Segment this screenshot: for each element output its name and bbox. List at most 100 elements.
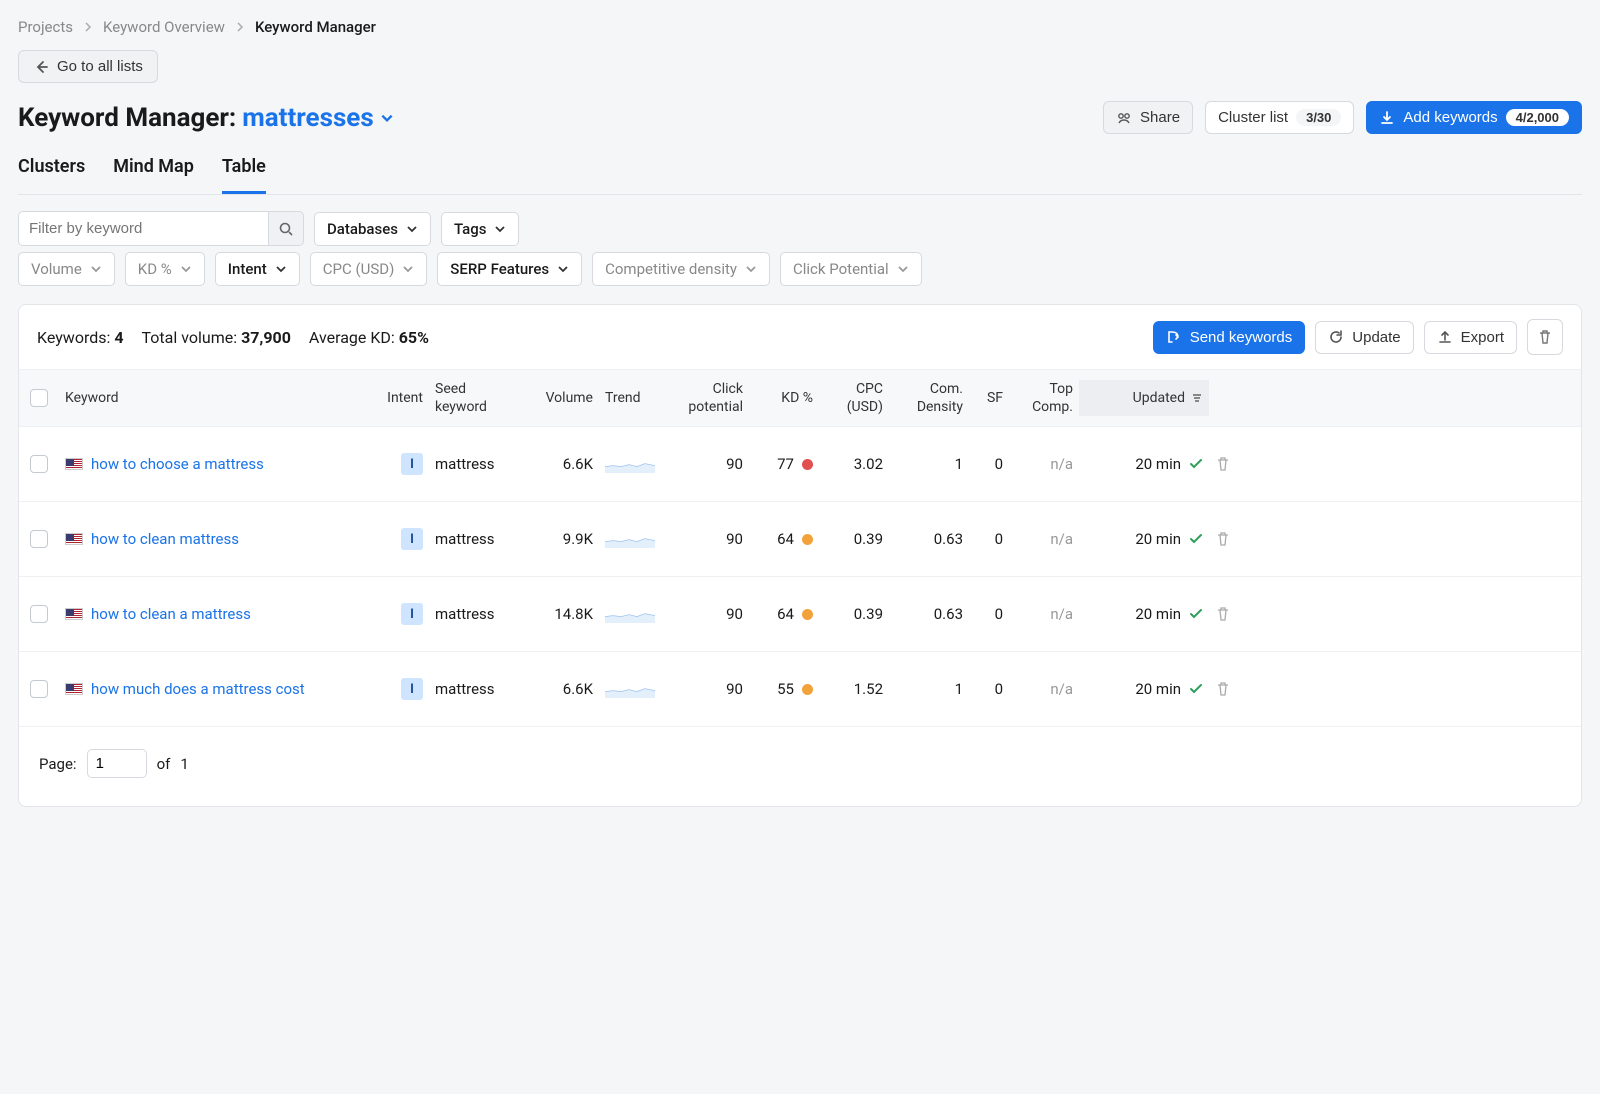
search-icon	[278, 221, 294, 237]
trash-icon	[1537, 329, 1553, 345]
flag-us-icon	[65, 458, 83, 470]
tab-clusters[interactable]: Clusters	[18, 156, 85, 194]
intent-filter[interactable]: Intent	[215, 252, 300, 286]
search-button[interactable]	[268, 211, 304, 246]
col-cpc[interactable]: CPC (USD)	[819, 380, 889, 416]
volume-value: 9.9K	[519, 530, 599, 548]
cpc-value: 3.02	[819, 455, 889, 473]
check-icon	[1189, 682, 1203, 696]
keyword-table-card: Keywords: 4 Total volume: 37,900 Average…	[18, 304, 1582, 807]
click-potential-value: 90	[669, 455, 749, 473]
tabs: Clusters Mind Map Table	[18, 156, 1582, 195]
check-icon	[1189, 607, 1203, 621]
kd-value: 64	[749, 530, 819, 548]
cpc-filter[interactable]: CPC (USD)	[310, 252, 428, 286]
col-sf[interactable]: SF	[969, 389, 1009, 407]
pagination: Page: of 1	[19, 727, 1581, 806]
trend-sparkline	[599, 530, 669, 548]
sf-value: 0	[969, 530, 1009, 548]
share-icon	[1116, 110, 1132, 126]
col-trend[interactable]: Trend	[599, 389, 669, 407]
volume-value: 6.6K	[519, 455, 599, 473]
flag-us-icon	[65, 683, 83, 695]
keyword-link[interactable]: how to clean mattress	[91, 530, 239, 548]
filter-keyword-input[interactable]	[18, 211, 268, 246]
col-keyword[interactable]: Keyword	[59, 389, 359, 407]
col-kd[interactable]: KD %	[749, 389, 819, 407]
of-label: of	[157, 755, 171, 773]
send-keywords-button[interactable]: Send keywords	[1153, 321, 1306, 354]
breadcrumb-item[interactable]: Keyword Overview	[103, 18, 225, 36]
page-title: Keyword Manager: mattresses	[18, 103, 394, 133]
share-button[interactable]: Share	[1103, 101, 1193, 134]
delete-all-button[interactable]	[1527, 319, 1563, 355]
kd-filter[interactable]: KD %	[125, 252, 205, 286]
export-button[interactable]: Export	[1424, 321, 1517, 354]
row-checkbox[interactable]	[30, 530, 48, 548]
tags-dropdown[interactable]: Tags	[441, 212, 519, 246]
delete-row-button[interactable]	[1209, 606, 1249, 622]
intent-badge: I	[401, 678, 423, 700]
download-icon	[1379, 110, 1395, 126]
col-top-comp[interactable]: Top Comp.	[1009, 380, 1079, 416]
sf-value: 0	[969, 605, 1009, 623]
tab-table[interactable]: Table	[222, 156, 266, 194]
intent-badge: I	[401, 603, 423, 625]
page-label: Page:	[39, 755, 77, 773]
keyword-link[interactable]: how to choose a mattress	[91, 455, 264, 473]
cluster-count-badge: 3/30	[1296, 109, 1341, 126]
keyword-link[interactable]: how much does a mattress cost	[91, 680, 305, 698]
cpc-value: 0.39	[819, 605, 889, 623]
back-to-lists-button[interactable]: Go to all lists	[18, 50, 158, 83]
click-potential-filter[interactable]: Click Potential	[780, 252, 922, 286]
updated-value: 20 min	[1079, 680, 1209, 698]
table-row: how to clean a mattress I mattress 14.8K…	[19, 577, 1581, 652]
competitive-density-filter[interactable]: Competitive density	[592, 252, 770, 286]
chevron-down-icon	[406, 223, 418, 235]
intent-badge: I	[401, 528, 423, 550]
keyword-link[interactable]: how to clean a mattress	[91, 605, 251, 623]
databases-dropdown[interactable]: Databases	[314, 212, 431, 246]
row-checkbox[interactable]	[30, 680, 48, 698]
delete-row-button[interactable]	[1209, 681, 1249, 697]
delete-row-button[interactable]	[1209, 456, 1249, 472]
chevron-down-icon	[380, 111, 394, 125]
select-all-checkbox[interactable]	[30, 389, 48, 407]
col-updated[interactable]: Updated	[1079, 380, 1209, 416]
col-seed[interactable]: Seed keyword	[429, 380, 519, 416]
updated-value: 20 min	[1079, 530, 1209, 548]
cpc-value: 1.52	[819, 680, 889, 698]
delete-row-button[interactable]	[1209, 531, 1249, 547]
click-potential-value: 90	[669, 605, 749, 623]
kd-value: 64	[749, 605, 819, 623]
col-click-potential[interactable]: Click potential	[669, 380, 749, 416]
seed-keyword: mattress	[429, 605, 519, 623]
check-icon	[1189, 532, 1203, 546]
col-intent[interactable]: Intent	[359, 389, 429, 407]
intent-badge: I	[401, 453, 423, 475]
refresh-icon	[1328, 329, 1344, 345]
cluster-list-button[interactable]: Cluster list 3/30	[1205, 101, 1354, 134]
page-input[interactable]	[87, 749, 147, 778]
top-comp-value: n/a	[1009, 680, 1079, 698]
seed-keyword: mattress	[429, 530, 519, 548]
table-row: how to clean mattress I mattress 9.9K 90…	[19, 502, 1581, 577]
tab-mind-map[interactable]: Mind Map	[113, 156, 194, 194]
row-checkbox[interactable]	[30, 455, 48, 473]
breadcrumb-item[interactable]: Projects	[18, 18, 73, 36]
breadcrumb: Projects Keyword Overview Keyword Manage…	[18, 18, 1582, 36]
com-density-value: 1	[889, 455, 969, 473]
send-icon	[1166, 329, 1182, 345]
row-checkbox[interactable]	[30, 605, 48, 623]
flag-us-icon	[65, 608, 83, 620]
arrow-left-icon	[33, 59, 49, 75]
volume-filter[interactable]: Volume	[18, 252, 115, 286]
col-com-density[interactable]: Com. Density	[889, 380, 969, 416]
breadcrumb-current: Keyword Manager	[255, 18, 376, 36]
serp-features-filter[interactable]: SERP Features	[437, 252, 582, 286]
cpc-value: 0.39	[819, 530, 889, 548]
list-name-dropdown[interactable]: mattresses	[242, 103, 393, 133]
col-volume[interactable]: Volume	[519, 389, 599, 407]
update-button[interactable]: Update	[1315, 321, 1413, 354]
add-keywords-button[interactable]: Add keywords 4/2,000	[1366, 101, 1582, 134]
